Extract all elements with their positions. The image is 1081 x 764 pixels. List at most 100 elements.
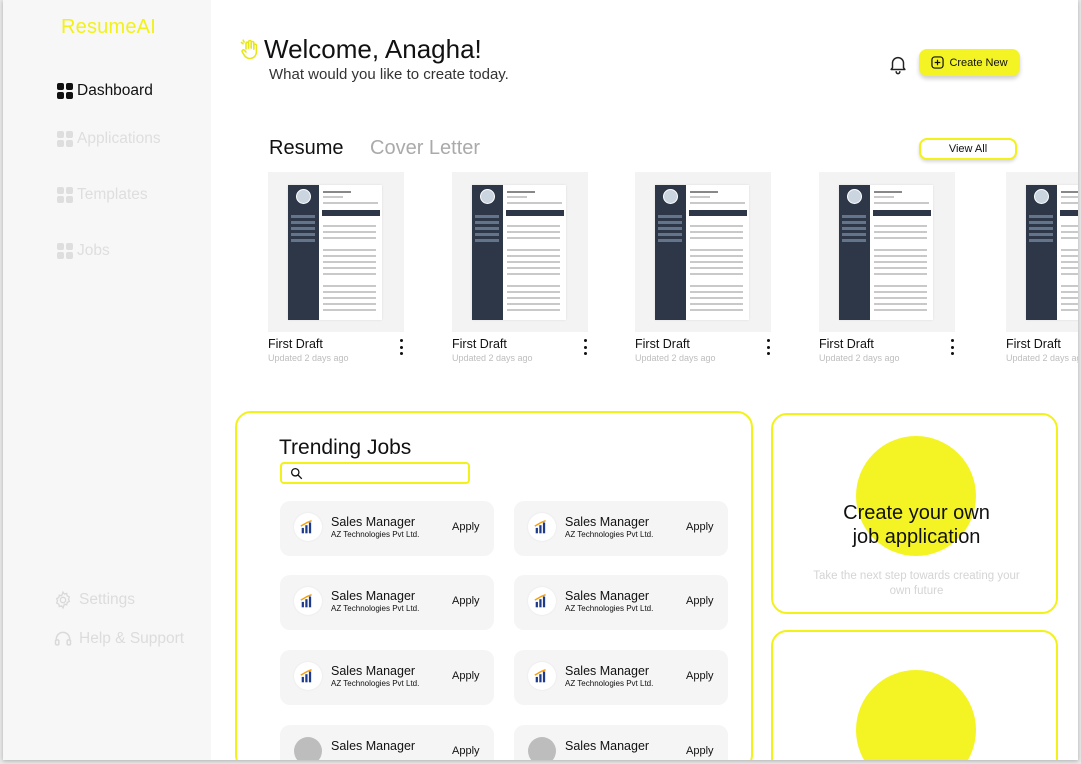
more-options-icon[interactable] bbox=[582, 339, 588, 355]
job-card[interactable]: Sales Manager AZ Technologies Pvt Ltd. A… bbox=[280, 575, 494, 630]
sidebar-item-dashboard[interactable]: Dashboard bbox=[57, 82, 153, 100]
sidebar-item-applications[interactable]: Applications bbox=[57, 130, 161, 148]
resume-updated: Updated 2 days ago bbox=[1006, 353, 1078, 363]
resume-thumbnail[interactable] bbox=[452, 172, 588, 332]
resume-thumbnail[interactable] bbox=[635, 172, 771, 332]
job-card[interactable]: Sales Manager AZ Technologies Pvt Ltd. A… bbox=[514, 575, 728, 630]
job-title: Sales Manager bbox=[565, 739, 650, 753]
sidebar-item-label: Templates bbox=[77, 186, 148, 203]
apply-button[interactable]: Apply bbox=[686, 670, 714, 682]
resume-updated: Updated 2 days ago bbox=[268, 353, 349, 363]
sidebar-item-label: Applications bbox=[77, 130, 161, 147]
resume-document-preview bbox=[288, 185, 382, 320]
resume-card[interactable]: First Draft Updated 2 days ago bbox=[819, 172, 955, 363]
waving-hand-icon bbox=[240, 39, 258, 60]
tab-resume[interactable]: Resume bbox=[269, 137, 343, 160]
resume-card[interactable]: First Draft Updated 2 days ago bbox=[268, 172, 404, 363]
chart-logo-icon bbox=[300, 520, 312, 534]
create-new-label: Create New bbox=[949, 56, 1008, 69]
company-logo bbox=[294, 513, 322, 541]
more-options-icon[interactable] bbox=[949, 339, 955, 355]
sidebar-item-jobs[interactable]: Jobs bbox=[57, 242, 110, 260]
chart-logo-icon bbox=[300, 594, 312, 608]
apply-button[interactable]: Apply bbox=[686, 595, 714, 607]
job-title: Sales Manager bbox=[565, 664, 650, 678]
welcome-subtitle: What would you like to create today. bbox=[269, 66, 509, 83]
resume-updated: Updated 2 days ago bbox=[452, 353, 533, 363]
chart-logo-icon bbox=[534, 520, 546, 534]
jobs-search-input[interactable] bbox=[280, 462, 470, 484]
job-company: AZ Technologies Pvt Ltd. bbox=[331, 604, 420, 613]
resume-updated: Updated 2 days ago bbox=[635, 353, 716, 363]
job-title: Sales Manager bbox=[331, 515, 416, 529]
apply-button[interactable]: Apply bbox=[686, 521, 714, 533]
job-card[interactable]: Sales Manager Apply bbox=[514, 725, 728, 760]
sidebar-item-templates[interactable]: Templates bbox=[57, 186, 148, 204]
resume-thumbnail[interactable] bbox=[268, 172, 404, 332]
applications-grid-icon bbox=[57, 131, 73, 147]
job-title: Sales Manager bbox=[331, 739, 416, 753]
chart-logo-icon bbox=[300, 669, 312, 683]
apply-button[interactable]: Apply bbox=[452, 670, 480, 682]
more-options-icon[interactable] bbox=[765, 339, 771, 355]
apply-button[interactable]: Apply bbox=[686, 745, 714, 757]
resume-card[interactable]: First Draft Updated 2 days ago bbox=[635, 172, 771, 363]
resume-title: First Draft bbox=[452, 337, 507, 351]
headset-icon bbox=[54, 631, 72, 646]
job-card[interactable]: Sales Manager Apply bbox=[280, 725, 494, 760]
resume-card[interactable]: First Draft Updated 2 days ago bbox=[1006, 172, 1078, 363]
sidebar-item-label: Jobs bbox=[77, 242, 110, 259]
accent-circle bbox=[856, 670, 976, 760]
resume-title: First Draft bbox=[1006, 337, 1061, 351]
dashboard-grid-icon bbox=[57, 83, 73, 99]
apply-button[interactable]: Apply bbox=[452, 595, 480, 607]
welcome-heading: Welcome, Anagha! bbox=[264, 34, 482, 64]
resume-title: First Draft bbox=[819, 337, 874, 351]
resume-title: First Draft bbox=[268, 337, 323, 351]
trending-jobs-title: Trending Jobs bbox=[279, 436, 412, 459]
create-new-button[interactable]: Create New bbox=[919, 49, 1020, 76]
sidebar-item-settings[interactable]: Settings bbox=[53, 590, 135, 610]
resume-thumbnail[interactable] bbox=[1006, 172, 1078, 332]
resume-title: First Draft bbox=[635, 337, 690, 351]
bell-icon[interactable] bbox=[887, 52, 909, 76]
heading-line: Create your own bbox=[843, 502, 990, 524]
resume-document-preview bbox=[1026, 185, 1078, 320]
sidebar-item-help[interactable]: Help & Support bbox=[53, 629, 184, 649]
apply-button[interactable]: Apply bbox=[452, 745, 480, 757]
job-card[interactable]: Sales Manager AZ Technologies Pvt Ltd. A… bbox=[514, 650, 728, 705]
company-logo bbox=[294, 587, 322, 615]
chart-logo-icon bbox=[534, 594, 546, 608]
resume-document-preview bbox=[655, 185, 749, 320]
company-logo bbox=[528, 737, 556, 760]
secondary-action-card[interactable] bbox=[771, 630, 1058, 760]
job-card[interactable]: Sales Manager AZ Technologies Pvt Ltd. A… bbox=[280, 650, 494, 705]
company-logo bbox=[528, 513, 556, 541]
app-logo[interactable]: ResumeAI bbox=[61, 16, 156, 39]
job-company: AZ Technologies Pvt Ltd. bbox=[565, 679, 654, 688]
gear-icon bbox=[55, 590, 71, 610]
resume-card[interactable]: First Draft Updated 2 days ago bbox=[452, 172, 588, 363]
view-all-button[interactable]: View All bbox=[919, 138, 1017, 160]
more-options-icon[interactable] bbox=[398, 339, 404, 355]
job-card[interactable]: Sales Manager AZ Technologies Pvt Ltd. A… bbox=[514, 501, 728, 556]
job-title: Sales Manager bbox=[565, 515, 650, 529]
resume-document-preview bbox=[839, 185, 933, 320]
resume-thumbnail[interactable] bbox=[819, 172, 955, 332]
sidebar-item-label: Dashboard bbox=[77, 82, 153, 99]
job-title: Sales Manager bbox=[565, 589, 650, 603]
job-company: AZ Technologies Pvt Ltd. bbox=[565, 530, 654, 539]
apply-button[interactable]: Apply bbox=[452, 521, 480, 533]
job-card[interactable]: Sales Manager AZ Technologies Pvt Ltd. A… bbox=[280, 501, 494, 556]
job-company: AZ Technologies Pvt Ltd. bbox=[331, 679, 420, 688]
sidebar-item-label: Settings bbox=[79, 591, 136, 608]
search-icon bbox=[290, 467, 303, 480]
create-application-subtitle: Take the next step towards creating your… bbox=[773, 569, 1056, 599]
tab-cover-letter[interactable]: Cover Letter bbox=[370, 137, 480, 160]
create-application-card[interactable]: Create your own job application Take the… bbox=[771, 413, 1058, 614]
subtitle-line: own future bbox=[889, 585, 944, 597]
sidebar: ResumeAI Dashboard Applications Template… bbox=[3, 0, 211, 760]
create-application-heading: Create your own job application bbox=[773, 501, 1056, 549]
job-title: Sales Manager bbox=[331, 664, 416, 678]
app-window: ResumeAI Dashboard Applications Template… bbox=[3, 0, 1078, 760]
